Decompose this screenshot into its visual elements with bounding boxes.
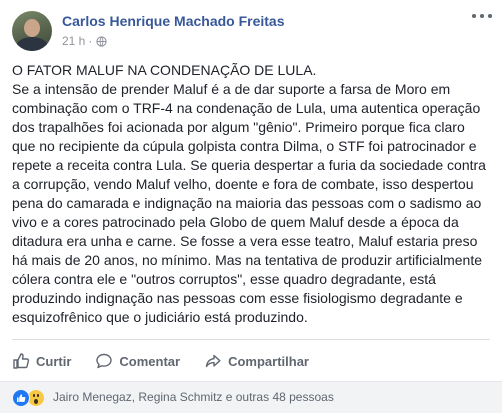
facebook-post: Carlos Henrique Machado Freitas 21 h · O… bbox=[0, 0, 502, 413]
globe-icon[interactable] bbox=[96, 35, 107, 47]
share-button[interactable]: Compartilhar bbox=[204, 346, 309, 376]
author-name[interactable]: Carlos Henrique Machado Freitas bbox=[62, 13, 285, 29]
meta-separator: · bbox=[88, 34, 93, 48]
avatar-body-shape bbox=[16, 37, 48, 51]
reactions-bar: Jairo Menegaz, Regina Schmitz e outras 4… bbox=[0, 381, 502, 413]
thumbs-up-icon bbox=[13, 353, 30, 369]
avatar[interactable] bbox=[12, 11, 52, 51]
post-title: O FATOR MALUF NA CONDENAÇÃO DE LULA. bbox=[12, 62, 317, 78]
share-icon bbox=[205, 354, 221, 368]
like-reaction-icon bbox=[12, 389, 30, 407]
post-body: Se a intensão de prender Maluf é a de da… bbox=[12, 81, 486, 325]
post-timestamp[interactable]: 21 h bbox=[62, 34, 85, 48]
reaction-icons[interactable] bbox=[12, 389, 45, 407]
like-label: Curtir bbox=[36, 353, 72, 369]
post-text: O FATOR MALUF NA CONDENAÇÃO DE LULA. Se … bbox=[12, 61, 490, 327]
like-button[interactable]: Curtir bbox=[12, 346, 71, 376]
divider bbox=[12, 339, 490, 340]
share-label: Compartilhar bbox=[228, 353, 309, 369]
reactors-summary[interactable]: Jairo Menegaz, Regina Schmitz e outras 4… bbox=[53, 390, 334, 404]
post-actions: Curtir Comentar Compartilhar bbox=[12, 346, 333, 376]
avatar-head-shape bbox=[24, 19, 40, 37]
more-options-icon[interactable] bbox=[472, 10, 492, 22]
comment-label: Comentar bbox=[119, 353, 181, 369]
comment-icon bbox=[96, 353, 113, 369]
post-meta: 21 h · bbox=[62, 34, 107, 48]
comment-button[interactable]: Comentar bbox=[95, 346, 180, 376]
